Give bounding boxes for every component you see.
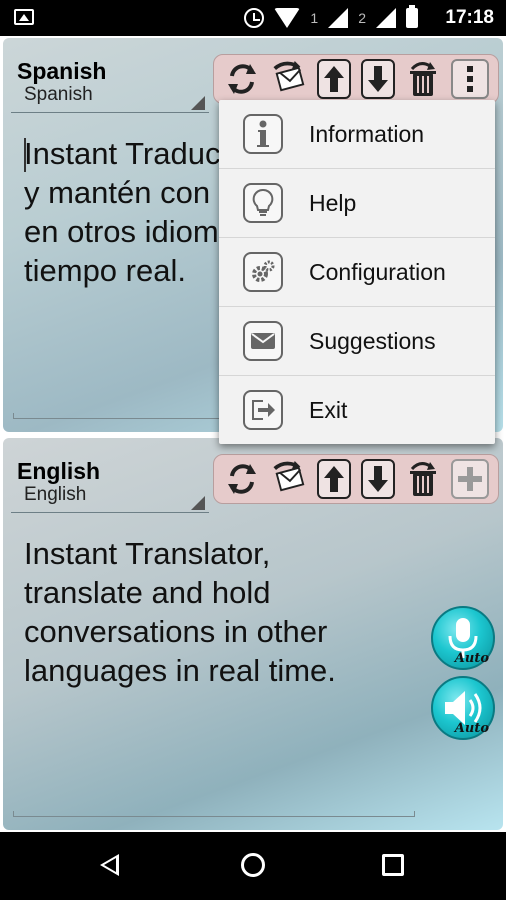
lightbulb-icon (243, 183, 283, 223)
arrow-up-icon (324, 66, 345, 92)
target-panel: English English Instant Translator, tran… (3, 438, 503, 830)
source-text-input[interactable]: Instant Traduc y mantén con en otros idi… (24, 134, 220, 290)
clock: 17:18 (445, 7, 494, 28)
overflow-menu: Information Help Configuration Suggestio… (219, 100, 495, 444)
share-button[interactable] (270, 458, 308, 500)
arrow-up-icon (324, 466, 345, 492)
menu-item-help[interactable]: Help (219, 169, 495, 238)
delete-button[interactable] (404, 58, 442, 100)
status-bar: 1 2 17:18 (0, 0, 506, 36)
source-toolbar (213, 54, 499, 104)
source-language-selector[interactable]: Spanish (24, 84, 93, 106)
target-text-underline (13, 811, 415, 817)
signal1-icon (328, 8, 349, 28)
target-language-selector[interactable]: English (24, 484, 86, 506)
trash-icon (409, 62, 436, 96)
sim2-label: 2 (358, 10, 366, 26)
menu-item-suggestions[interactable]: Suggestions (219, 307, 495, 376)
speaker-button[interactable]: Auto (431, 676, 495, 740)
alarm-icon (244, 8, 265, 28)
upload-button[interactable] (317, 59, 352, 99)
menu-item-configuration[interactable]: Configuration (219, 238, 495, 307)
upload-button[interactable] (317, 459, 352, 499)
refresh-icon (227, 464, 256, 494)
exit-icon (243, 390, 283, 430)
source-language-title: Spanish (17, 58, 107, 84)
status-icons: 1 2 (244, 5, 418, 30)
overflow-menu-button[interactable] (451, 59, 490, 99)
download-button[interactable] (360, 459, 395, 499)
dropdown-corner-icon[interactable] (191, 496, 205, 510)
target-language-title: English (17, 458, 101, 484)
share-icon (273, 60, 305, 92)
menu-item-information[interactable]: Information (219, 100, 495, 169)
translated-text: Instant Translator, translate and hold c… (24, 536, 336, 688)
battery-icon (406, 5, 418, 28)
dropdown-corner-icon[interactable] (191, 96, 205, 110)
menu-label-information: Information (309, 120, 425, 147)
speaker-auto-label: Auto (454, 721, 489, 736)
gallery-notification-icon (14, 9, 34, 25)
add-button[interactable] (451, 459, 490, 499)
menu-item-exit[interactable]: Exit (219, 376, 495, 444)
home-icon[interactable] (241, 853, 265, 877)
download-button[interactable] (360, 59, 395, 99)
mic-auto-label: Auto (454, 651, 489, 666)
microphone-button[interactable]: Auto (431, 606, 495, 670)
trash-icon (409, 462, 436, 496)
menu-label-exit: Exit (309, 396, 348, 423)
more-vert-icon (467, 66, 474, 92)
delete-button[interactable] (404, 458, 442, 500)
back-icon[interactable] (100, 854, 119, 876)
refresh-icon (227, 64, 256, 94)
plus-icon (458, 467, 483, 491)
gears-icon (243, 252, 283, 292)
share-button[interactable] (270, 58, 308, 100)
envelope-icon (243, 321, 283, 361)
share-icon (273, 460, 305, 492)
signal2-icon (376, 8, 396, 28)
navigation-bar (0, 832, 506, 900)
sim1-label: 1 (310, 10, 319, 26)
target-language-divider (11, 512, 209, 513)
refresh-button[interactable] (223, 58, 261, 100)
recent-apps-icon[interactable] (382, 854, 404, 876)
arrow-down-icon (367, 66, 388, 92)
menu-label-suggestions: Suggestions (309, 327, 436, 354)
info-icon (243, 114, 283, 154)
menu-label-help: Help (309, 189, 357, 216)
arrow-down-icon (367, 466, 388, 492)
target-toolbar (213, 454, 499, 504)
refresh-button[interactable] (223, 458, 261, 500)
wifi-icon (274, 8, 301, 28)
source-language-divider (11, 112, 209, 113)
menu-label-configuration: Configuration (309, 258, 446, 285)
